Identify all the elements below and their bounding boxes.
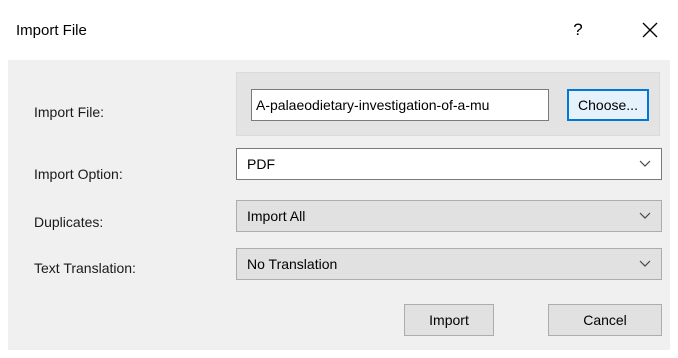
import-file-dialog: Import File ? Import File: Choose... Imp… bbox=[0, 0, 678, 358]
import-file-group: Choose... bbox=[236, 72, 660, 136]
text-translation-value: No Translation bbox=[247, 256, 338, 272]
close-button[interactable] bbox=[636, 16, 664, 44]
chevron-down-icon bbox=[639, 260, 651, 267]
close-icon bbox=[642, 22, 658, 38]
import-file-path-input[interactable] bbox=[251, 89, 549, 121]
text-translation-select[interactable]: No Translation bbox=[236, 248, 662, 280]
duplicates-select[interactable]: Import All bbox=[236, 200, 662, 232]
import-option-value: PDF bbox=[247, 156, 275, 172]
cancel-button[interactable]: Cancel bbox=[548, 304, 662, 336]
help-button[interactable]: ? bbox=[566, 16, 590, 44]
chevron-down-icon bbox=[639, 212, 651, 219]
import-file-label: Import File: bbox=[34, 104, 105, 120]
title-bar: Import File ? bbox=[0, 0, 678, 60]
choose-button[interactable]: Choose... bbox=[567, 89, 649, 121]
dialog-content: Import File: Choose... Import Option: PD… bbox=[8, 60, 670, 350]
import-option-select[interactable]: PDF bbox=[236, 148, 662, 180]
text-translation-label: Text Translation: bbox=[34, 260, 136, 276]
dialog-title: Import File bbox=[16, 22, 87, 39]
import-button[interactable]: Import bbox=[404, 304, 494, 336]
duplicates-value: Import All bbox=[247, 208, 306, 224]
chevron-down-icon bbox=[639, 160, 651, 167]
duplicates-label: Duplicates: bbox=[34, 214, 104, 230]
import-option-label: Import Option: bbox=[34, 166, 123, 182]
